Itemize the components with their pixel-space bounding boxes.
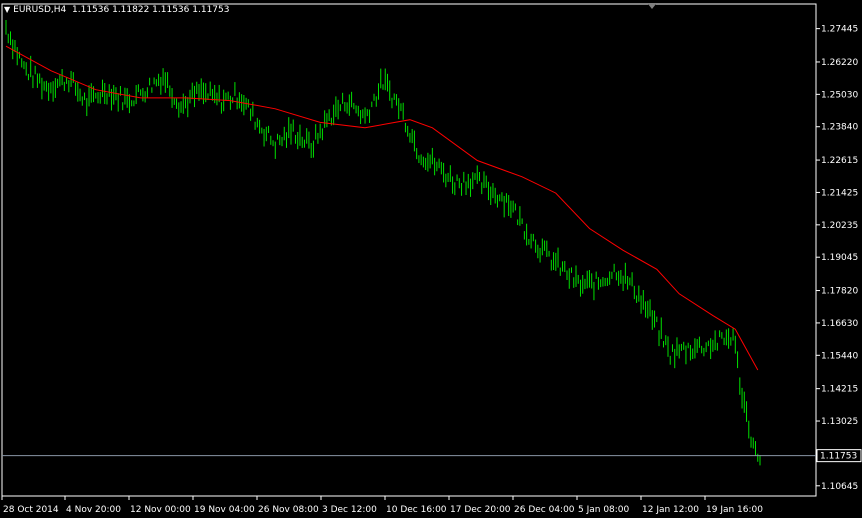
y-tick-label: 1.27445 bbox=[821, 25, 858, 35]
y-tick-label: 1.21425 bbox=[821, 188, 858, 198]
y-tick-label: 1.15440 bbox=[821, 351, 858, 361]
x-tick-label: 4 Nov 20:00 bbox=[66, 505, 121, 515]
y-tick-label: 1.23840 bbox=[821, 123, 858, 133]
triangle-down-icon[interactable]: ▼ bbox=[4, 5, 10, 14]
current-price-label: 1.11753 bbox=[820, 452, 857, 462]
y-tick-label: 1.26220 bbox=[821, 58, 858, 68]
y-tick-label: 1.10645 bbox=[821, 482, 858, 492]
y-tick-label: 1.25030 bbox=[821, 90, 858, 100]
y-tick-label: 1.17820 bbox=[821, 287, 858, 297]
y-tick-label: 1.19045 bbox=[821, 253, 858, 263]
x-tick-label: 26 Nov 08:00 bbox=[258, 505, 319, 515]
x-tick-label: 19 Nov 04:00 bbox=[194, 505, 255, 515]
price-chart[interactable]: 1.27445 1.26220 1.25030 1.23840 1.22615 1.214… bbox=[0, 0, 862, 518]
x-tick-label: 10 Dec 16:00 bbox=[386, 505, 447, 515]
x-tick-label: 28 Oct 2014 bbox=[3, 505, 59, 515]
symbol-label: EURUSD,H4 bbox=[13, 5, 67, 15]
moving-average-line bbox=[5, 45, 759, 371]
chart-shift-marker[interactable] bbox=[648, 4, 656, 9]
x-tick-label: 26 Dec 04:00 bbox=[514, 505, 575, 515]
x-tick-label: 12 Nov 00:00 bbox=[130, 505, 191, 515]
x-tick-label: 3 Dec 12:00 bbox=[322, 505, 377, 515]
y-tick-label: 1.22615 bbox=[821, 156, 858, 166]
x-tick-label: 5 Jan 08:00 bbox=[578, 505, 630, 515]
x-tick-label: 12 Jan 12:00 bbox=[642, 505, 699, 515]
x-tick-label: 17 Dec 20:00 bbox=[450, 505, 511, 515]
y-tick-label: 1.16630 bbox=[821, 319, 858, 329]
chart-header: ▼ EURUSD,H4 1.11536 1.11822 1.11536 1.117… bbox=[4, 3, 229, 17]
y-tick-label: 1.20235 bbox=[821, 221, 858, 231]
y-tick-label: 1.13025 bbox=[821, 417, 858, 427]
ohlc-values: 1.11536 1.11822 1.11536 1.11753 bbox=[72, 5, 230, 15]
y-tick-label: 1.14215 bbox=[821, 385, 858, 395]
x-tick-label: 19 Jan 16:00 bbox=[706, 505, 763, 515]
plot-frame bbox=[1, 3, 817, 497]
